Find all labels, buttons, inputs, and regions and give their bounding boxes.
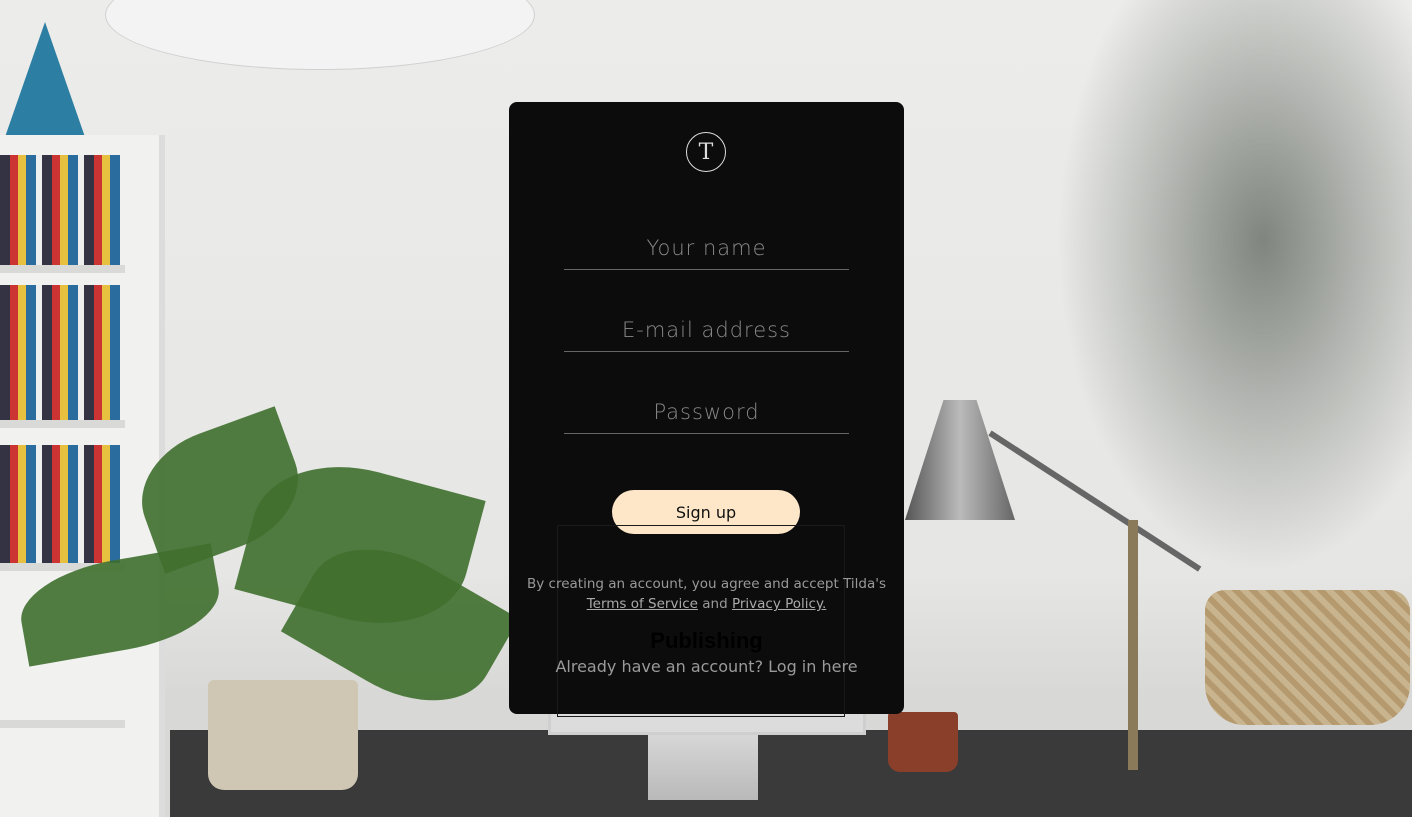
- monitor-reflection: [557, 525, 845, 717]
- signup-panel: T Sign up Publishing By creating an acco…: [509, 102, 904, 717]
- privacy-policy-link[interactable]: Privacy Policy.: [732, 596, 826, 612]
- terms-of-service-link[interactable]: Terms of Service: [587, 596, 698, 612]
- palm-plant: [1040, 0, 1412, 600]
- terms-text: By creating an account, you agree and ac…: [526, 576, 887, 612]
- paper-tree-decoration: [5, 22, 85, 137]
- desk-lamp: [905, 400, 1015, 520]
- password-input[interactable]: [564, 388, 849, 434]
- plant-pot: [208, 680, 358, 790]
- ceiling-lamp: [105, 0, 535, 70]
- name-input[interactable]: [564, 224, 849, 270]
- basket-pot: [1205, 590, 1410, 725]
- cactus-pot: [888, 712, 958, 772]
- bookshelf: [0, 135, 165, 817]
- email-input[interactable]: [564, 306, 849, 352]
- tilda-logo-icon: T: [686, 132, 726, 172]
- login-link[interactable]: Already have an account? Log in here: [509, 657, 904, 676]
- monitor-text: Publishing: [650, 628, 763, 653]
